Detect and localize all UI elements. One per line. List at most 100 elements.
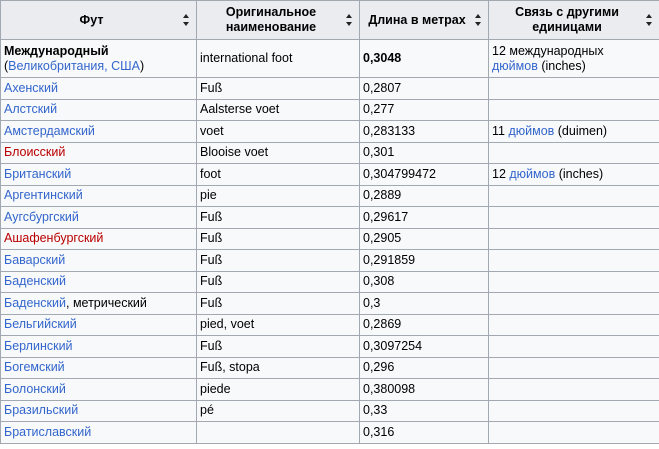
original-name-text: foot: [200, 166, 221, 181]
table-row: Бразильский pé 0,33: [0, 399, 659, 422]
cell-original-name: piede: [196, 378, 360, 401]
feet-table: Фут Оригинальное наименование Длина в ме…: [0, 0, 659, 444]
table-row: Аугсбургский Fuß 0,29617: [0, 206, 659, 229]
original-name-text: Fuß: [200, 80, 223, 95]
table-row: Ахенский Fuß 0,2807: [0, 77, 659, 100]
cell-length: 0,283133: [359, 120, 489, 143]
cell-relation: [488, 270, 659, 293]
cell-relation: [488, 356, 659, 379]
link-uk-usa[interactable]: Великобритания, США: [8, 59, 140, 73]
original-name-text: Fuß: [200, 338, 223, 353]
relation-prefix: 12 международных: [492, 43, 604, 58]
original-name-text: Fuß, stopa: [200, 360, 260, 375]
cell-original-name: Fuß, stopa: [196, 356, 360, 379]
column-header-foot[interactable]: Фут: [0, 0, 197, 40]
cell-relation: [488, 335, 659, 358]
cell-length: 0,301: [359, 141, 489, 164]
cell-relation: [488, 206, 659, 229]
table-row: Баденский, метрический Fuß 0,3: [0, 292, 659, 315]
cell-length: 0,29617: [359, 206, 489, 229]
paren-close: ): [139, 58, 145, 73]
cell-foot-name: Амстердамский: [0, 120, 197, 143]
column-header-original-name[interactable]: Оригинальное наименование: [196, 0, 360, 40]
table-row: Баденский Fuß 0,308: [0, 270, 659, 293]
cell-foot-name: Баденский, метрический: [0, 292, 197, 315]
length-value: 0,316: [363, 424, 395, 439]
column-header-relation[interactable]: Связь с другими единицами: [488, 0, 659, 40]
cell-length: 0,33: [359, 399, 489, 422]
foot-name-link[interactable]: Баварский: [4, 253, 65, 267]
foot-name-link[interactable]: Амстердамский: [4, 124, 95, 138]
cell-original-name: pie: [196, 184, 360, 207]
foot-name-link[interactable]: Берлинский: [4, 339, 73, 353]
foot-name-link[interactable]: Ашафенбургский: [4, 231, 103, 245]
cell-relation: [488, 77, 659, 100]
length-value: 0,283133: [363, 123, 416, 138]
original-name-text: pé: [200, 403, 214, 418]
link-inches[interactable]: дюймов: [492, 59, 538, 73]
foot-name-link[interactable]: Баденский: [4, 274, 66, 288]
cell-original-name: Fuß: [196, 77, 360, 100]
foot-name-link[interactable]: Алстский: [4, 102, 57, 116]
length-value: 0,2807: [363, 80, 402, 95]
cell-length: 0,2905: [359, 227, 489, 250]
relation-suffix: (inches): [555, 166, 604, 181]
foot-name-link[interactable]: Богемский: [4, 360, 65, 374]
original-name-text: Fuß: [200, 274, 223, 289]
relation-suffix: (duimen): [554, 123, 608, 138]
cell-foot-name: Баварский: [0, 249, 197, 272]
table-row: Амстердамский voet 0,283133 11 дюймов (duim…: [0, 120, 659, 143]
cell-length: 0,308: [359, 270, 489, 293]
cell-relation: [488, 141, 659, 164]
foot-name-link[interactable]: Братиславский: [4, 425, 91, 439]
foot-name-extra: , метрический: [66, 295, 147, 310]
table-row: Баварский Fuß 0,291859: [0, 249, 659, 272]
length-value: 0,304799472: [363, 166, 436, 181]
original-name-text: piede: [200, 381, 231, 396]
foot-name-link[interactable]: Британский: [4, 167, 71, 181]
foot-name-international: Международный: [4, 43, 109, 58]
foot-name-link[interactable]: Ахенский: [4, 81, 58, 95]
foot-name-link[interactable]: Блоисский: [4, 145, 65, 159]
foot-name-link[interactable]: Аугсбургский: [4, 210, 79, 224]
original-name-text: Fuß: [200, 295, 223, 310]
cell-relation: 11 дюймов (duimen): [488, 120, 659, 143]
table-row: Ашафенбургский Fuß 0,2905: [0, 227, 659, 250]
cell-length: 0,2869: [359, 313, 489, 336]
original-name-text: Fuß: [200, 231, 223, 246]
sort-arrows-icon[interactable]: [346, 14, 353, 26]
original-name-text: Aalsterse voet: [200, 102, 280, 117]
length-value: 0,29617: [363, 209, 409, 224]
cell-length: 0,277: [359, 98, 489, 121]
column-header-label: Длина в метрах: [368, 12, 466, 27]
cell-relation: 12 международных дюймов (inches): [488, 39, 659, 78]
foot-name-link[interactable]: Болонский: [4, 382, 66, 396]
cell-length: 0,304799472: [359, 163, 489, 186]
cell-foot-name: Блоисский: [0, 141, 197, 164]
cell-original-name: pied, voet: [196, 313, 360, 336]
column-header-length[interactable]: Длина в метрах: [359, 0, 489, 40]
link-inches[interactable]: дюймов: [509, 167, 555, 181]
sort-arrows-icon[interactable]: [646, 14, 653, 26]
cell-length: 0,2889: [359, 184, 489, 207]
foot-name-link[interactable]: Бельгийский: [4, 317, 77, 331]
column-header-label: Фут: [79, 12, 104, 27]
original-name-text: Fuß: [200, 252, 223, 267]
cell-foot-name: Богемский: [0, 356, 197, 379]
link-inches[interactable]: дюймов: [508, 124, 554, 138]
sort-arrows-icon[interactable]: [475, 14, 482, 26]
foot-name-link[interactable]: Бразильский: [4, 403, 78, 417]
cell-length: 0,3: [359, 292, 489, 315]
length-value: 0,3: [363, 295, 381, 310]
cell-foot-name: Британский: [0, 163, 197, 186]
cell-foot-name: Баденский: [0, 270, 197, 293]
cell-relation: [488, 184, 659, 207]
cell-relation: [488, 313, 659, 336]
sort-arrows-icon[interactable]: [183, 14, 190, 26]
foot-name-link[interactable]: Баденский: [4, 296, 66, 310]
column-header-label: Оригинальное наименование: [225, 5, 317, 34]
cell-length: 0,296: [359, 356, 489, 379]
table-row: Богемский Fuß, stopa 0,296: [0, 356, 659, 379]
cell-relation: [488, 227, 659, 250]
foot-name-link[interactable]: Аргентинский: [4, 188, 83, 202]
